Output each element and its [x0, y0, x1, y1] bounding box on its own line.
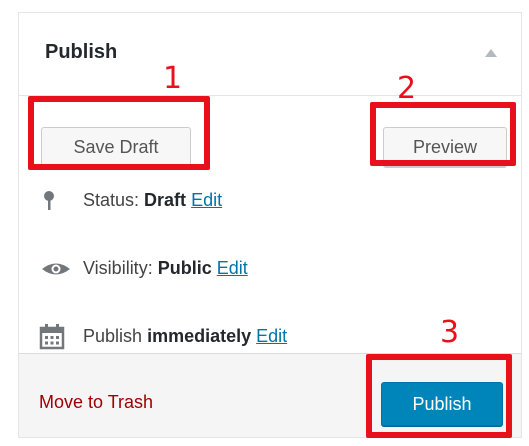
move-to-trash-link[interactable]: Move to Trash: [39, 392, 153, 413]
highlight-box-2: [370, 102, 516, 166]
status-row: Status: Draft Edit: [39, 185, 222, 215]
calendar-icon: [39, 322, 83, 352]
schedule-row: Publish immediately Edit: [39, 321, 287, 351]
status-label: Status:: [83, 190, 140, 210]
highlight-box-3: [366, 354, 512, 438]
status-value: Draft: [144, 190, 187, 210]
schedule-label: Publish: [83, 326, 143, 346]
annotation-number-3: 3: [440, 315, 460, 350]
metabox-title: Publish: [45, 41, 118, 63]
pin-icon: [39, 186, 83, 216]
eye-icon: [39, 254, 83, 284]
visibility-value: Public: [157, 258, 212, 278]
arrow-up-icon[interactable]: [485, 49, 497, 57]
edit-schedule-link[interactable]: Edit: [256, 326, 287, 346]
visibility-row: Visibility: Public Edit: [39, 253, 248, 283]
metabox-header: Publish: [19, 13, 521, 96]
edit-visibility-link[interactable]: Edit: [217, 258, 248, 278]
annotation-number-1: 1: [163, 61, 183, 96]
highlight-box-1: [28, 96, 210, 170]
annotation-number-2: 2: [397, 71, 417, 106]
edit-status-link[interactable]: Edit: [191, 190, 222, 210]
schedule-value: immediately: [147, 326, 252, 346]
visibility-label: Visibility:: [83, 258, 153, 278]
